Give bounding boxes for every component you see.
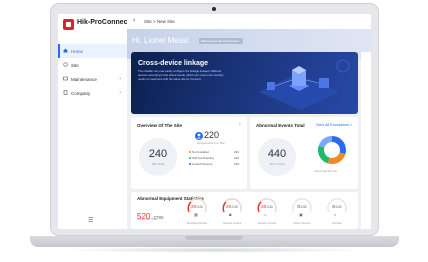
responsible-value: 220 — [204, 130, 220, 140]
legend-label: Not Installed — [192, 150, 209, 154]
equipment-stats-card: Abnormal Equipment Statistics 520/2780 A… — [131, 192, 358, 229]
legend-row: Linked Devices 220 — [189, 162, 239, 166]
camera-icon: ◙ — [229, 212, 232, 217]
legend-value: 220 — [233, 162, 239, 166]
home-icon — [63, 48, 68, 53]
abnormal-events-card: Abnormal Events Total View All Exception… — [250, 117, 358, 189]
legend-row: Still Not Passing 220 — [189, 156, 239, 160]
gauge-label: Recording Device — [186, 222, 208, 225]
overview-title: Overview Of The Site — [137, 123, 183, 128]
legend-value: 220 — [233, 156, 239, 160]
equipment-total: 520/2780 — [137, 212, 164, 221]
sidebar: Hik-ProConnect Home Site Maintenance › C… — [58, 14, 130, 229]
sidebar-item-maintenance[interactable]: Maintenance › — [58, 72, 127, 86]
abnormal-total-label: Abnormal Total — [137, 217, 157, 221]
banner-pagination[interactable] — [241, 109, 253, 114]
alarm-total-circle: 440 Alarm Total — [258, 138, 296, 176]
banner-title: Cross-device linkage — [138, 60, 209, 67]
chevron-right-icon[interactable]: › — [239, 122, 241, 128]
legend-row: Not Installed 220 — [189, 150, 239, 154]
gauge-doorbell[interactable]: 0/240 ◐ Doorbell — [326, 197, 348, 225]
breadcrumb: Site > New Site — [144, 18, 175, 24]
overview-card: Overview Of The Site › 240 Site Total 22… — [131, 117, 247, 189]
site-icon — [63, 62, 68, 67]
sidebar-item-label: Home — [71, 48, 84, 54]
intercom-icon: ▣ — [299, 212, 303, 217]
screen: Hik-ProConnect Home Site Maintenance › C… — [58, 14, 371, 229]
gauge-value: 20/240 — [191, 204, 203, 209]
responsible-label: Responsible For Site — [197, 141, 225, 145]
legend-label: Still Not Passing — [192, 156, 214, 160]
user-icon — [195, 132, 203, 140]
greeting-text: Hi, Lionel Messi — [132, 36, 189, 45]
sidebar-item-label: Company — [71, 90, 91, 96]
maintenance-icon — [63, 76, 68, 81]
gauge-value: 0/240 — [297, 204, 307, 209]
gauge-video-intercom[interactable]: 0/240 ▣ Video Intercom — [291, 197, 313, 225]
alarm-total-value: 440 — [267, 148, 287, 160]
abnormal-events-donut — [318, 136, 346, 164]
chevron-right-icon: › — [119, 76, 121, 82]
app-name: Hik-ProConnect — [77, 19, 130, 26]
gauge-value: 20/240 — [226, 204, 238, 209]
sidebar-item-label: Site — [71, 62, 79, 68]
legend-dot — [189, 163, 191, 166]
alarm-total-label: Alarm Total — [269, 162, 285, 166]
sidebar-item-company[interactable]: Company › — [58, 86, 127, 100]
site-total-circle: 240 Site Total — [139, 138, 177, 176]
security-panel-icon: ⌂ — [264, 212, 267, 217]
site-total-label: Site Total — [151, 162, 165, 166]
legend-dot — [189, 157, 191, 160]
greeting-tag: Welcome to Hik-ProConnect — [199, 38, 243, 44]
gauge-camera-control[interactable]: 20/240 ◙ Camera Control — [221, 197, 243, 225]
collapse-menu-icon[interactable]: ☰ — [88, 217, 93, 224]
doorbell-icon: ◐ — [334, 212, 337, 217]
linkage-illustration — [259, 59, 350, 110]
company-icon — [63, 90, 68, 95]
gauge-recording-device[interactable]: 20/240 ▦ Recording Device — [186, 197, 208, 225]
banner-description: The installer can now easily configure t… — [138, 69, 224, 81]
gauge-label: Video Intercom — [293, 222, 311, 225]
recorder-icon: ▦ — [194, 212, 198, 217]
gauge-value: 20/240 — [261, 204, 273, 209]
site-total-value: 240 — [148, 148, 168, 160]
gauge-value: 0/240 — [332, 204, 342, 209]
laptop-notch — [185, 236, 243, 240]
legend-dot — [189, 151, 191, 154]
hik-logo-icon — [63, 19, 74, 30]
gauge-label: Security Control — [257, 222, 277, 225]
sidebar-item-label: Maintenance — [71, 76, 97, 82]
sidebar-item-home[interactable]: Home — [58, 44, 127, 58]
laptop-shadow — [60, 247, 369, 253]
legend-value: 220 — [233, 150, 239, 154]
gauge-label: Camera Control — [222, 222, 242, 225]
view-all-exceptions-link[interactable]: View All Exceptions > — [316, 123, 352, 127]
topbar: ‹ Site > New Site — [127, 14, 371, 30]
legend-label: Linked Devices — [192, 162, 213, 166]
gauge-label: Doorbell — [332, 222, 342, 225]
back-icon[interactable]: ‹ — [133, 17, 135, 24]
abnormal-title: Abnormal Events Total — [256, 123, 305, 128]
side-panel-edge — [361, 52, 371, 229]
gauge-security-control[interactable]: 20/240 ⌂ Security Control — [256, 197, 278, 225]
sidebar-item-site[interactable]: Site — [58, 58, 127, 72]
main-content: Hi, Lionel Messi Welcome to Hik-ProConne… — [127, 29, 371, 229]
webcam — [212, 7, 216, 11]
chevron-right-icon: › — [119, 90, 121, 96]
donut-label: Abnormal Events — [314, 169, 337, 173]
promo-banner[interactable]: Cross-device linkage The installer can n… — [131, 52, 358, 114]
